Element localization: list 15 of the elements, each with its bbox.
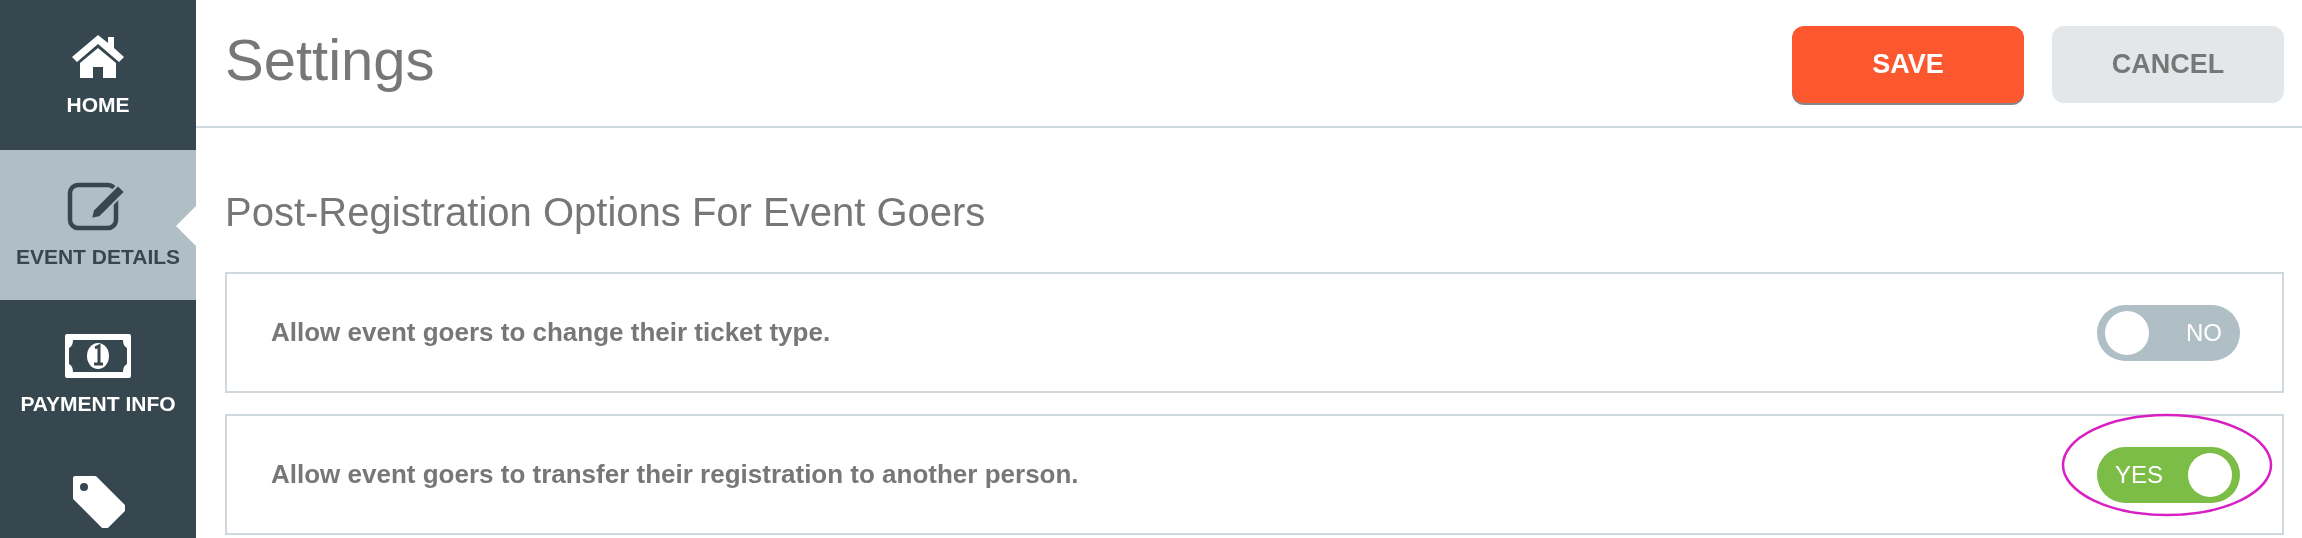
section-title: Post-Registration Options For Event Goers xyxy=(224,189,987,236)
tag-icon xyxy=(71,474,125,528)
save-button[interactable]: SAVE xyxy=(1792,26,2024,103)
option-label: Allow event goers to transfer their registration to another person. xyxy=(271,459,1079,490)
sidebar-item[interactable]: HOME xyxy=(0,0,196,150)
sidebar-item[interactable]: EVENT DETAILS xyxy=(0,150,196,300)
toggle-switch[interactable]: NO xyxy=(2097,304,2240,361)
cancel-button[interactable]: CANCEL xyxy=(2052,26,2284,103)
selection-pointer xyxy=(176,206,196,246)
money-icon xyxy=(65,334,131,378)
page-title: Settings xyxy=(225,25,436,94)
sidebar-item[interactable]: PAYMENT INFO xyxy=(0,300,196,450)
option-label: Allow event goers to change their ticket type. xyxy=(271,317,831,348)
toggle-switch[interactable]: YES xyxy=(2097,446,2240,503)
home-icon xyxy=(70,33,126,79)
